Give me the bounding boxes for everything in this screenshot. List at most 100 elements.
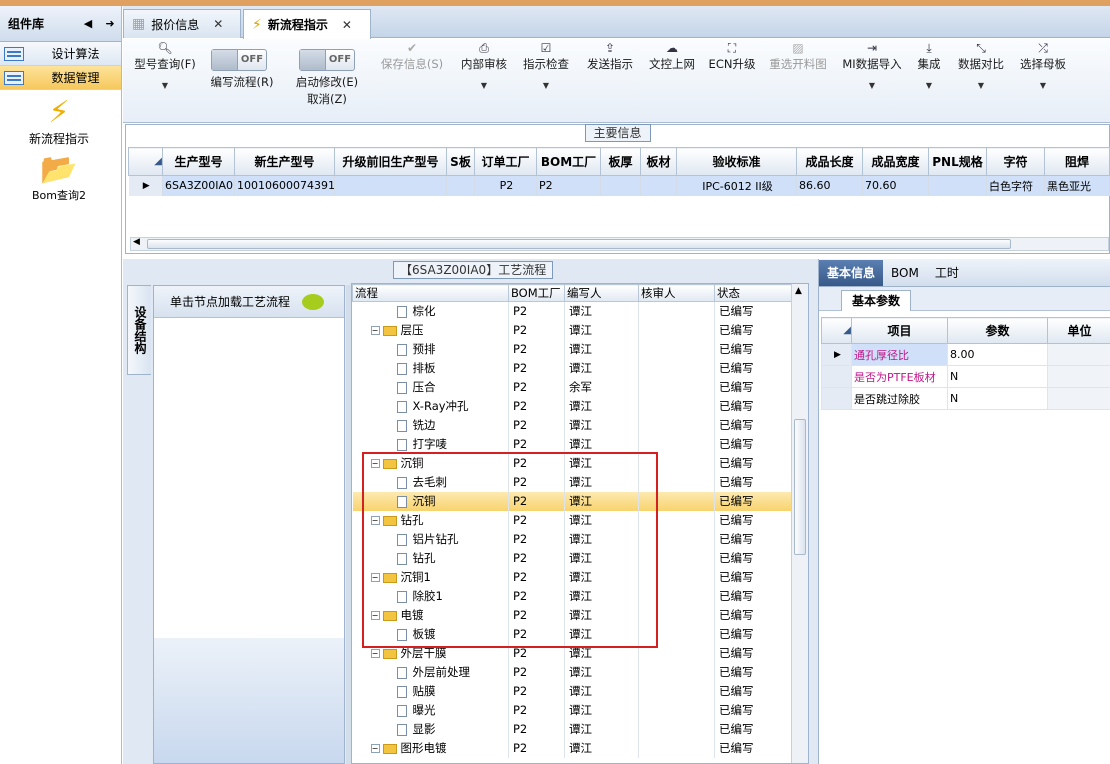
tree-node-cell[interactable]: 钻孔	[352, 548, 509, 568]
cell-writer[interactable]: 谭江	[564, 339, 639, 359]
cell-bom-factory[interactable]: P2	[508, 358, 565, 378]
cell-reviewer[interactable]	[638, 396, 715, 416]
cell-writer[interactable]: 谭江	[564, 567, 639, 587]
cell-bom-factory[interactable]: P2	[508, 434, 565, 454]
cell-bom-factory[interactable]: P2	[508, 700, 565, 720]
collapse-left-icon[interactable]: ◀	[77, 17, 99, 30]
cell-status[interactable]: 已编写	[714, 320, 793, 340]
cell-bom-factory[interactable]: P2	[508, 396, 565, 416]
tree-node-cell[interactable]: 贴膜	[352, 681, 509, 701]
cancel-button[interactable]: 取消(Z)	[291, 92, 363, 107]
tree-node-cell[interactable]: 铝片钻孔	[352, 529, 509, 549]
cell-reviewer[interactable]	[638, 643, 715, 663]
tree-node-cell[interactable]: − 沉铜1	[352, 567, 509, 587]
tree-node-cell[interactable]: − 钻孔	[352, 510, 509, 530]
integrate-button[interactable]: ⤓ 集成 ▼	[911, 41, 947, 93]
cell-reviewer[interactable]	[638, 415, 715, 435]
tree-node-cell[interactable]: − 层压	[352, 320, 509, 340]
tree-node-cell[interactable]: 排板	[352, 358, 509, 378]
cell-status[interactable]: 已编写	[714, 510, 793, 530]
cell-writer[interactable]: 谭江	[564, 548, 639, 568]
cell-status[interactable]: 已编写	[714, 491, 793, 511]
cell-bom-factory[interactable]: P2	[508, 453, 565, 473]
param-unit[interactable]	[1047, 387, 1110, 410]
cell-status[interactable]: 已编写	[714, 738, 793, 758]
cell-reviewer[interactable]	[638, 529, 715, 549]
cell-order-factory[interactable]: P2	[474, 175, 537, 196]
tree-row[interactable]: 钻孔 P2 谭江 已编写	[352, 548, 793, 568]
cell-status[interactable]: 已编写	[714, 586, 793, 606]
cell-acceptance[interactable]: IPC-6012 II级	[676, 175, 797, 196]
tree-row[interactable]: 预排 P2 谭江 已编写	[352, 339, 793, 359]
cell-reviewer[interactable]	[638, 719, 715, 739]
cell-solder-mask[interactable]: 黑色亚光	[1044, 175, 1110, 196]
column-header[interactable]: 板厚	[600, 147, 641, 176]
cell-reviewer[interactable]	[638, 377, 715, 397]
scroll-left-icon[interactable]: ◀	[133, 237, 140, 247]
tree-row[interactable]: 去毛刺 P2 谭江 已编写	[352, 472, 793, 492]
cell-material[interactable]	[640, 175, 677, 196]
param-value[interactable]: 8.00	[947, 343, 1048, 366]
tree-row[interactable]: − 外层干膜 P2 谭江 已编写	[352, 643, 793, 663]
column-header[interactable]: BOM工厂	[536, 147, 601, 176]
cell-status[interactable]: 已编写	[714, 700, 793, 720]
cell-reviewer[interactable]	[638, 320, 715, 340]
cell-reviewer[interactable]	[638, 605, 715, 625]
cell-status[interactable]: 已编写	[714, 453, 793, 473]
cell-reviewer[interactable]	[638, 358, 715, 378]
select-master-button[interactable]: ⤮ 选择母板 ▼	[1015, 41, 1071, 93]
column-header[interactable]: 验收标准	[676, 147, 797, 176]
cell-reviewer[interactable]	[638, 662, 715, 682]
cell-status[interactable]: 已编写	[714, 396, 793, 416]
cell-status[interactable]: 已编写	[714, 358, 793, 378]
table-row[interactable]: 是否为PTFE板材 N	[821, 365, 1110, 388]
cell-bom-factory[interactable]: P2	[508, 738, 565, 758]
tree-node-cell[interactable]: 沉铜	[352, 491, 509, 511]
tree-node-cell[interactable]: 除胶1	[352, 586, 509, 606]
model-query-button[interactable]: 🔍︎ 型号查询(F) ▼	[129, 41, 201, 93]
cell-status[interactable]: 已编写	[714, 339, 793, 359]
ecn-upgrade-button[interactable]: ⛶ ECN升级	[707, 41, 757, 72]
app-bom-query[interactable]: 📂 Bom查询2	[0, 153, 118, 203]
cell-old-model[interactable]	[334, 175, 447, 196]
reselect-cutting-button[interactable]: ▨ 重选开料图	[765, 41, 831, 72]
tree-node-cell[interactable]: 板镀	[352, 624, 509, 644]
node-panel-body[interactable]	[154, 318, 344, 638]
tree-row[interactable]: 除胶1 P2 谭江 已编写	[352, 586, 793, 606]
cell-bom-factory[interactable]: P2	[508, 510, 565, 530]
tree-node-cell[interactable]: 打字唛	[352, 434, 509, 454]
column-header[interactable]: 生产型号	[162, 147, 235, 176]
instruction-check-button[interactable]: ☑ 指示检查 ▼	[519, 41, 573, 93]
param-item[interactable]: 是否跳过除胶	[851, 387, 948, 410]
node-panel-header[interactable]: 单击节点加载工艺流程	[154, 286, 344, 318]
data-compare-button[interactable]: ⤡ 数据对比 ▼	[953, 41, 1009, 93]
column-header[interactable]: 状态	[714, 284, 793, 302]
column-header[interactable]: 板材	[640, 147, 677, 176]
tree-node-cell[interactable]: X-Ray冲孔	[352, 396, 509, 416]
tree-row[interactable]: X-Ray冲孔 P2 谭江 已编写	[352, 396, 793, 416]
tree-row[interactable]: 排板 P2 谭江 已编写	[352, 358, 793, 378]
tree-node-cell[interactable]: 显影	[352, 719, 509, 739]
column-header[interactable]: 参数	[947, 317, 1048, 344]
column-header[interactable]: 阻焊	[1044, 147, 1110, 176]
tree-row[interactable]: 外层前处理 P2 谭江 已编写	[352, 662, 793, 682]
column-header[interactable]: 项目	[851, 317, 948, 344]
cell-status[interactable]: 已编写	[714, 567, 793, 587]
start-modify-toggle[interactable]: OFF	[299, 49, 355, 71]
cell-status[interactable]: 已编写	[714, 377, 793, 397]
cell-status[interactable]: 已编写	[714, 643, 793, 663]
cell-writer[interactable]: 谭江	[564, 586, 639, 606]
cell-writer[interactable]: 谭江	[564, 643, 639, 663]
cell-bom-factory[interactable]: P2	[508, 662, 565, 682]
column-header[interactable]: 单位	[1047, 317, 1110, 344]
cell-reviewer[interactable]	[638, 301, 715, 321]
table-row[interactable]: 是否跳过除胶 N	[821, 387, 1110, 410]
sidebar-item-data-management[interactable]: 数据管理	[0, 66, 121, 90]
cell-status[interactable]: 已编写	[714, 624, 793, 644]
cell-status[interactable]: 已编写	[714, 605, 793, 625]
tree-row[interactable]: − 电镀 P2 谭江 已编写	[352, 605, 793, 625]
cell-s-board[interactable]	[446, 175, 475, 196]
cell-status[interactable]: 已编写	[714, 662, 793, 682]
cell-writer[interactable]: 谭江	[564, 472, 639, 492]
cell-status[interactable]: 已编写	[714, 529, 793, 549]
